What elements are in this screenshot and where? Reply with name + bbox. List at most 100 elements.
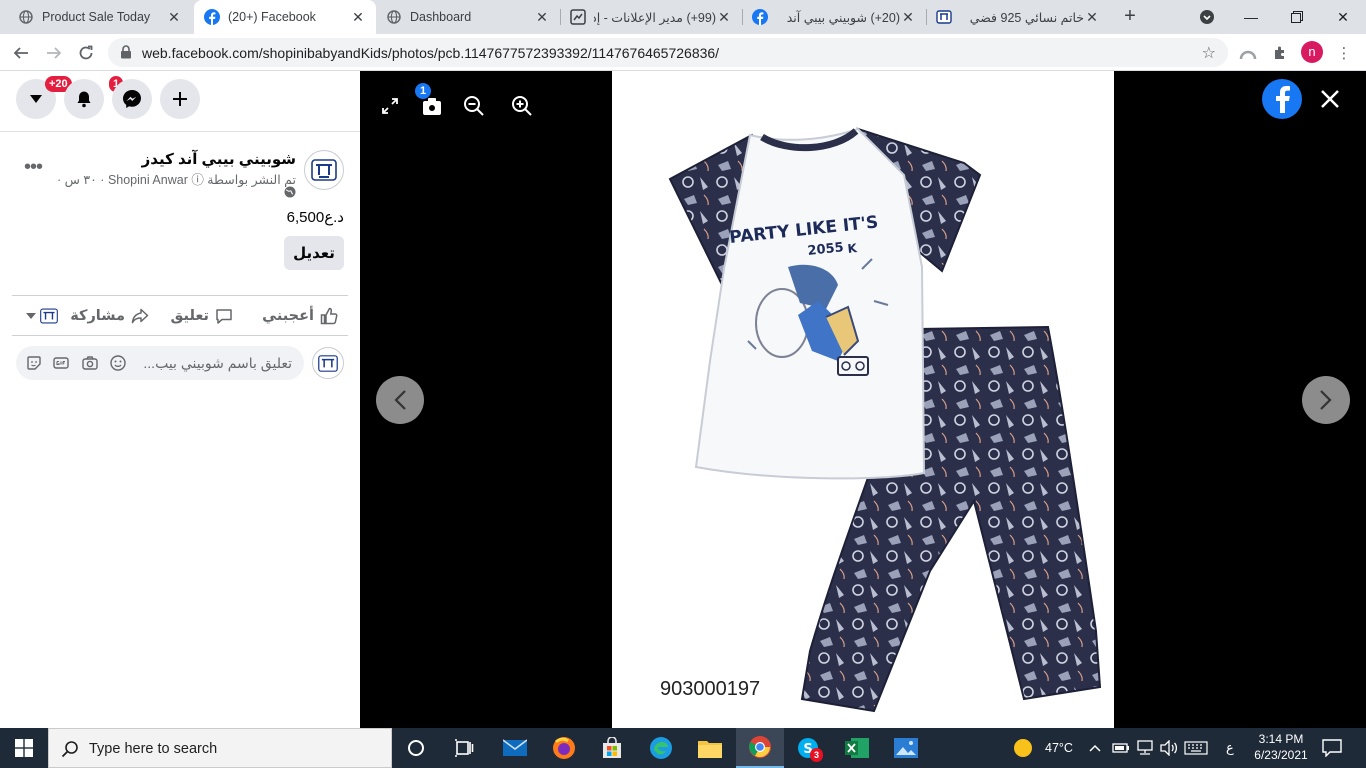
bookmark-star-icon[interactable]: ☆ <box>1202 43 1216 63</box>
taskbar-excel[interactable] <box>833 728 881 768</box>
product-photo[interactable]: PARTY LIKE IT'S 2055 K 903000197 <box>612 71 1114 728</box>
caret-down-icon <box>26 313 36 319</box>
extension-arc-icon[interactable] <box>1237 42 1259 64</box>
taskbar-store[interactable] <box>588 728 636 768</box>
taskbar-edge[interactable] <box>637 728 685 768</box>
messenger-button[interactable] <box>112 79 152 119</box>
input-language[interactable]: ع <box>1226 728 1234 768</box>
taskbar-file-explorer[interactable] <box>686 728 734 768</box>
sticker-icon[interactable] <box>26 355 42 371</box>
page-name[interactable]: شوبيني بيبي آند كيدز <box>142 150 296 168</box>
restore-button[interactable] <box>1274 0 1320 34</box>
url-text: web.facebook.com/shopinibabyandKids/phot… <box>142 45 720 61</box>
create-button[interactable] <box>160 79 200 119</box>
taskbar-firefox[interactable] <box>540 728 588 768</box>
minimize-button[interactable]: — <box>1228 0 1274 34</box>
close-tab-icon[interactable]: ✕ <box>716 9 732 26</box>
facebook-logo-icon[interactable] <box>1262 79 1302 119</box>
close-tab-icon[interactable]: ✕ <box>1084 9 1100 26</box>
comment-input[interactable]: تعليق باسم شوبيني بيب... <box>16 346 304 380</box>
lock-icon[interactable] <box>120 45 132 59</box>
edit-button[interactable]: تعديل <box>284 236 344 270</box>
touch-keyboard-tray[interactable] <box>1184 728 1208 768</box>
notifications-button[interactable] <box>64 79 104 119</box>
battery-tray[interactable] <box>1112 728 1130 768</box>
tab-title: خاتم نسائي 925 فضي <box>969 10 1084 25</box>
globe-icon <box>284 186 296 198</box>
tab-dashboard[interactable]: Dashboard ✕ <box>376 0 560 34</box>
tab-title: (20+) Facebook <box>228 10 316 24</box>
comment-button[interactable]: تعليق <box>170 306 233 326</box>
tab-ads-manager[interactable]: (99+) مدير الإعلانات - إد ✕ <box>560 0 742 34</box>
windows-taskbar: Type here to search S 3 47°C ع 3:14 PM 6… <box>0 728 1366 768</box>
start-button[interactable] <box>0 728 48 768</box>
address-bar[interactable]: web.facebook.com/shopinibabyandKids/phot… <box>108 38 1228 67</box>
tab-search-button[interactable] <box>1184 0 1230 34</box>
commenter-avatar <box>312 347 344 379</box>
post-price: 6,500د.ع <box>286 209 344 226</box>
cortana-button[interactable] <box>392 728 440 768</box>
gif-icon[interactable] <box>53 355 69 371</box>
actions-bottom-divider <box>12 335 348 336</box>
show-hidden-icons-button[interactable] <box>1089 728 1101 768</box>
taskbar-mail[interactable] <box>491 728 539 768</box>
close-tab-icon[interactable]: ✕ <box>350 9 366 26</box>
chrome-icon <box>749 736 771 758</box>
new-tab-button[interactable]: + <box>1118 5 1142 29</box>
like-button[interactable]: أعجبني <box>262 306 338 326</box>
keyboard-icon <box>1184 741 1208 755</box>
share-button[interactable]: مشاركة <box>70 306 149 326</box>
chevron-right-icon <box>1320 390 1332 410</box>
notification-center-icon <box>1322 739 1342 757</box>
taskbar-chrome[interactable] <box>736 728 784 768</box>
fullscreen-icon[interactable] <box>377 93 403 119</box>
extensions-puzzle-icon[interactable] <box>1269 42 1291 64</box>
zoom-out-icon[interactable] <box>461 93 487 119</box>
tag-count-badge: 1 <box>415 83 431 99</box>
forward-button[interactable] <box>41 40 67 66</box>
system-clock[interactable]: 3:14 PM 6/23/2021 <box>1246 731 1316 763</box>
back-button[interactable] <box>8 40 34 66</box>
close-tab-icon[interactable]: ✕ <box>900 9 916 26</box>
tab-silver-ring[interactable]: خاتم نسائي 925 فضي ✕ <box>926 0 1110 34</box>
volume-tray[interactable] <box>1160 728 1178 768</box>
ads-manager-icon <box>570 9 586 25</box>
tab-facebook[interactable]: (20+) Facebook ✕ <box>194 0 376 34</box>
emoji-icon[interactable] <box>110 355 126 371</box>
reload-button[interactable] <box>73 40 99 66</box>
close-tab-icon[interactable]: ✕ <box>534 9 550 26</box>
network-tray[interactable] <box>1136 728 1154 768</box>
facebook-icon <box>204 9 220 25</box>
comment-placeholder: تعليق باسم شوبيني بيب... <box>143 355 292 371</box>
zoom-in-icon[interactable] <box>509 93 535 119</box>
share-as-selector[interactable] <box>26 308 58 324</box>
tab-title: (20+) شوبيني بيبي آند <box>786 10 900 25</box>
messenger-icon <box>123 90 141 108</box>
taskbar-search-box[interactable]: Type here to search <box>48 728 392 768</box>
action-center-button[interactable] <box>1322 728 1342 768</box>
taskbar-photos[interactable] <box>882 728 930 768</box>
previous-photo-button[interactable] <box>376 376 424 424</box>
next-photo-button[interactable] <box>1302 376 1350 424</box>
tab-title: Product Sale Today <box>42 10 151 24</box>
close-viewer-icon[interactable] <box>1318 87 1342 111</box>
profile-avatar[interactable]: n <box>1301 41 1323 63</box>
restore-icon <box>1291 11 1303 23</box>
weather-widget[interactable]: 47°C <box>1013 728 1073 768</box>
chevron-down-icon <box>1200 10 1214 24</box>
camera-icon[interactable] <box>82 355 98 371</box>
arrow-right-icon <box>47 47 62 59</box>
page-avatar[interactable] <box>304 150 344 190</box>
post-options-icon[interactable]: ••• <box>24 156 43 179</box>
weather-temp: 47°C <box>1045 741 1073 755</box>
taskbar-skype[interactable]: S 3 <box>784 728 832 768</box>
tab-shopini-facebook[interactable]: (20+) شوبيني بيبي آند ✕ <box>742 0 926 34</box>
tab-product-sale[interactable]: Product Sale Today ✕ <box>8 0 192 34</box>
like-label: أعجبني <box>262 308 314 324</box>
browser-menu-icon[interactable]: ⋮ <box>1333 42 1355 64</box>
close-window-button[interactable]: ✕ <box>1320 0 1366 34</box>
task-view-button[interactable] <box>440 728 488 768</box>
shopini-logo-icon <box>40 308 58 324</box>
close-tab-icon[interactable]: ✕ <box>166 9 182 26</box>
tab-title: Dashboard <box>410 10 472 24</box>
